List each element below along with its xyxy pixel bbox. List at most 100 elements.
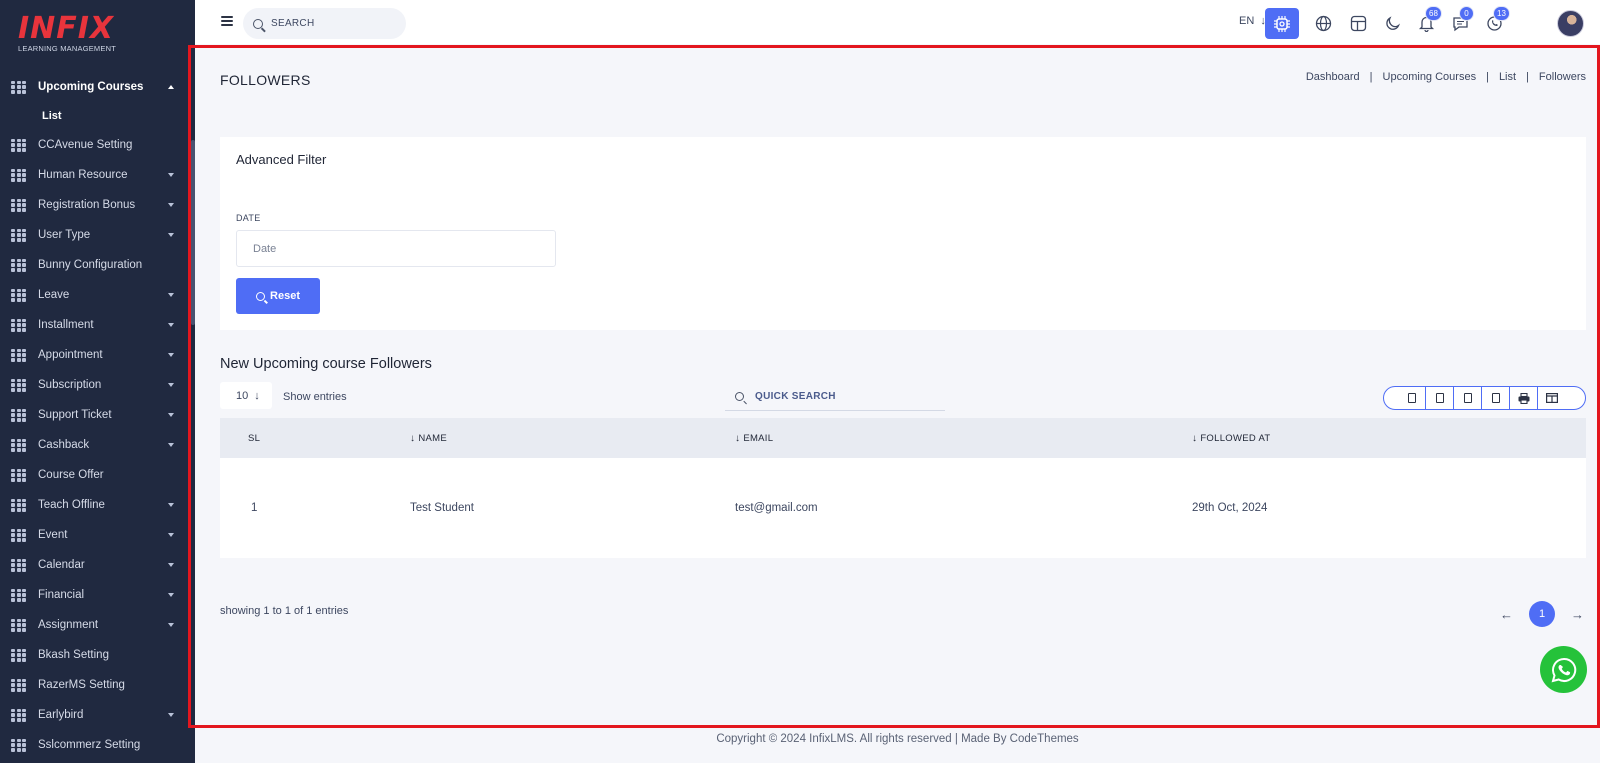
date-input[interactable] [236, 230, 556, 267]
page-number-button[interactable]: 1 [1529, 601, 1555, 627]
sidebar-item-cashback[interactable]: Cashback [0, 430, 191, 460]
column-header-followed-at[interactable]: ↓ FOLLOWED AT [1192, 433, 1270, 444]
sidebar-item-registration-bonus[interactable]: Registration Bonus [0, 190, 191, 220]
pagination: ← 1 → [1500, 601, 1584, 627]
column-header-sl[interactable]: SL [248, 433, 260, 444]
grid-icon [11, 288, 26, 302]
quick-search[interactable] [725, 383, 945, 411]
sidebar-item-label: RazerMS Setting [38, 679, 125, 691]
csv-icon [1463, 393, 1472, 403]
globe-icon [1315, 15, 1331, 32]
search-icon [256, 291, 266, 301]
grid-icon [11, 408, 26, 422]
sidebar-item-teach-offline[interactable]: Teach Offline [0, 490, 191, 520]
quick-search-input[interactable] [755, 391, 935, 402]
column-header-name-label: NAME [418, 432, 447, 444]
reset-button[interactable]: Reset [236, 278, 320, 314]
sidebar-item-appointment[interactable]: Appointment [0, 340, 191, 370]
table-row: 1 Test Student test@gmail.com 29th Oct, … [220, 458, 1586, 558]
grid-icon [11, 588, 26, 602]
pdf-icon [1491, 393, 1500, 403]
messages-button[interactable]: 0 [1443, 6, 1477, 39]
filter-title: Advanced Filter [236, 152, 327, 167]
breadcrumb-separator: | [1369, 71, 1373, 83]
print-icon [1518, 392, 1529, 404]
language-selector[interactable]: EN ↓ [1239, 15, 1266, 27]
grid-icon [11, 228, 26, 242]
sidebar-item-human-resource[interactable]: Human Resource [0, 160, 191, 190]
grid-icon [11, 558, 26, 572]
caret-down-icon [168, 323, 174, 327]
sidebar-item-support-ticket[interactable]: Support Ticket [0, 400, 191, 430]
sidebar-item-bunny-configuration[interactable]: Bunny Configuration [0, 250, 191, 280]
sidebar-item-upcoming-courses[interactable]: Upcoming Courses [0, 72, 191, 102]
breadcrumb-list[interactable]: List [1499, 71, 1516, 83]
csv-button[interactable] [1454, 387, 1482, 409]
sort-arrow-icon: ↓ [410, 432, 416, 444]
prev-page-arrow-icon[interactable]: ← [1500, 607, 1513, 622]
global-search[interactable] [243, 8, 406, 39]
caret-down-icon [168, 623, 174, 627]
global-search-input[interactable] [271, 18, 391, 29]
logo-text: INFIX [18, 11, 115, 46]
excel-button[interactable] [1426, 387, 1454, 409]
cell-sl: 1 [251, 502, 258, 514]
sidebar-item-course-offer[interactable]: Course Offer [0, 460, 191, 490]
breadcrumb-dashboard[interactable]: Dashboard [1306, 71, 1360, 83]
footer-copyright: Copyright © 2024 InfixLMS. All rights re… [716, 733, 1079, 745]
entries-value: 10 [236, 389, 249, 402]
app-logo[interactable]: INFIX LEARNING MANAGEMENT [18, 11, 116, 54]
grid-icon [11, 648, 26, 662]
hamburger-menu-icon[interactable] [221, 16, 233, 26]
sidebar-item-razerms-setting[interactable]: RazerMS Setting [0, 670, 191, 700]
copy-button[interactable] [1398, 387, 1426, 409]
sidebar-item-user-type[interactable]: User Type [0, 220, 191, 250]
whatsapp-button[interactable] [1540, 646, 1587, 693]
sidebar-item-label: Earlybird [38, 709, 84, 721]
entries-per-page-select[interactable]: 10 ↓ [220, 382, 272, 409]
website-button[interactable] [1306, 8, 1340, 39]
grid-icon [11, 678, 26, 692]
arrow-down-icon: ↓ [254, 389, 260, 402]
caret-down-icon [168, 593, 174, 597]
cpu-settings-button[interactable] [1265, 8, 1299, 39]
next-page-arrow-icon[interactable]: → [1571, 607, 1584, 622]
print-button[interactable] [1510, 387, 1538, 409]
logo-subtitle: LEARNING MANAGEMENT [18, 44, 116, 53]
sidebar-item-label: Support Ticket [38, 409, 112, 421]
dark-mode-toggle[interactable] [1375, 8, 1409, 39]
column-header-email[interactable]: ↓ EMAIL [735, 433, 773, 444]
sidebar-item-label: Teach Offline [38, 499, 105, 511]
notifications-button[interactable]: 68 [1409, 6, 1443, 39]
advanced-filter-card: Advanced Filter DATE Reset [220, 137, 1586, 330]
column-header-name[interactable]: ↓ NAME [410, 433, 447, 444]
user-avatar[interactable] [1557, 10, 1584, 37]
pdf-button[interactable] [1482, 387, 1510, 409]
sidebar-item-sslcommerz-setting[interactable]: Sslcommerz Setting [0, 730, 191, 760]
sidebar-subitem-list[interactable]: List [0, 102, 191, 130]
cell-email: test@gmail.com [735, 502, 818, 514]
sidebar: INFIX LEARNING MANAGEMENT Upcoming Cours… [0, 0, 195, 763]
sidebar-item-financial[interactable]: Financial [0, 580, 191, 610]
breadcrumb-upcoming-courses[interactable]: Upcoming Courses [1383, 71, 1477, 83]
calls-button[interactable]: 13 [1477, 6, 1511, 39]
sidebar-item-ccavenue-setting[interactable]: CCAvenue Setting [0, 130, 191, 160]
search-icon [253, 18, 263, 29]
caret-down-icon [168, 173, 174, 177]
column-visibility-button[interactable] [1538, 387, 1566, 409]
layout-icon [1350, 15, 1366, 32]
sidebar-item-label: Event [38, 529, 68, 541]
caret-down-icon [168, 503, 174, 507]
sidebar-item-leave[interactable]: Leave [0, 280, 191, 310]
sidebar-item-assignment[interactable]: Assignment [0, 610, 191, 640]
caret-up-icon [168, 85, 174, 89]
sidebar-item-earlybird[interactable]: Earlybird [0, 700, 191, 730]
sidebar-item-event[interactable]: Event [0, 520, 191, 550]
sidebar-item-bkash-setting[interactable]: Bkash Setting [0, 640, 191, 670]
sidebar-menu: Upcoming Courses List CCAvenue Setting Huma… [0, 72, 191, 760]
caret-down-icon [168, 233, 174, 237]
sidebar-item-installment[interactable]: Installment [0, 310, 191, 340]
sidebar-item-subscription[interactable]: Subscription [0, 370, 191, 400]
layout-button[interactable] [1341, 8, 1375, 39]
sidebar-item-calendar[interactable]: Calendar [0, 550, 191, 580]
